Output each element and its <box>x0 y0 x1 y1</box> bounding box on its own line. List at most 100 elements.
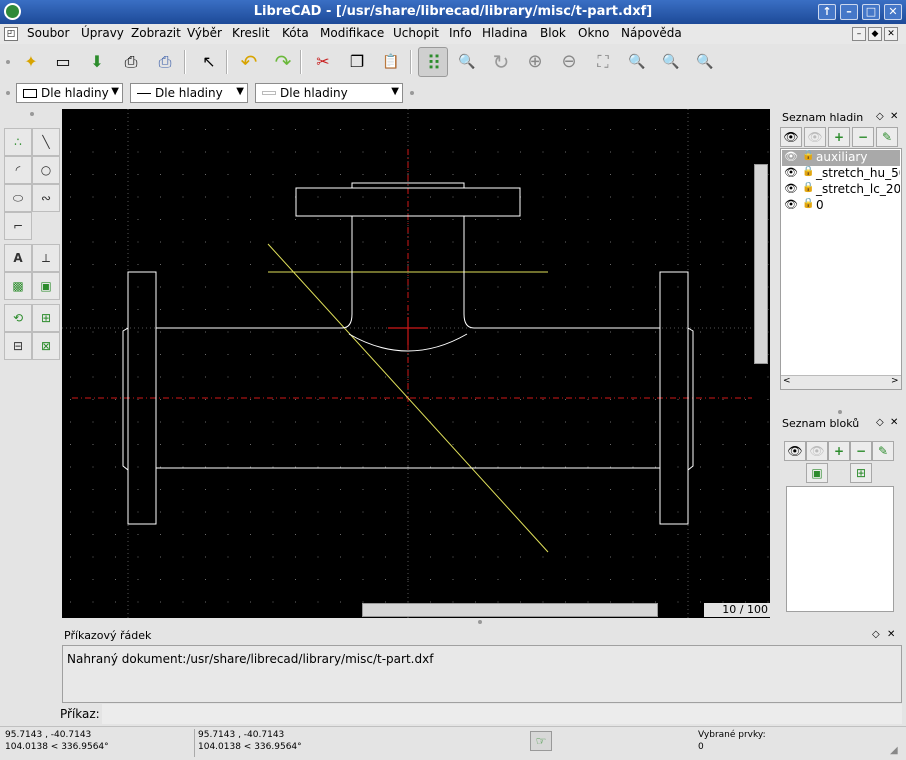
menu-upravy[interactable]: Úpravy <box>81 26 124 40</box>
close-panel-button[interactable]: ✕ <box>887 629 895 640</box>
menu-zobrazit[interactable]: Zobrazit <box>131 26 181 40</box>
dock-splitter-grip[interactable] <box>478 620 482 624</box>
lines-tool[interactable]: ╲ <box>32 128 60 156</box>
grid-toggle-button[interactable]: ⠿ <box>418 47 448 77</box>
palette-grip[interactable] <box>30 112 34 116</box>
block-list[interactable] <box>786 486 894 612</box>
modify-tool[interactable]: ⟲ <box>4 304 32 332</box>
menu-modifikace[interactable]: Modifikace <box>320 26 384 40</box>
lock-icon[interactable]: 🔒 <box>802 182 814 193</box>
points-tool[interactable]: ∴ <box>4 128 32 156</box>
menu-kreslit[interactable]: Kreslit <box>232 26 270 40</box>
open-file-button[interactable]: ▭ <box>48 47 78 77</box>
zoom-auto-button[interactable]: ⛶ <box>588 47 618 77</box>
info-tool[interactable]: ⊟ <box>4 332 32 360</box>
ellipses-tool[interactable]: ⬭ <box>4 184 32 212</box>
paste-button[interactable]: 📋 <box>376 47 406 77</box>
remove-layer-button[interactable]: − <box>852 127 874 147</box>
undo-button[interactable]: ↶ <box>234 47 264 77</box>
float-panel-button[interactable]: ◇ <box>876 111 884 122</box>
mdi-restore-button[interactable]: ◆ <box>868 27 882 41</box>
eye-icon[interactable]: 👁 <box>784 166 798 179</box>
show-all-layers-button[interactable]: 👁 <box>780 127 802 147</box>
zoom-select-button[interactable]: 🔍 <box>690 47 720 77</box>
dimension-tool[interactable]: ⟂ <box>32 244 60 272</box>
hide-all-blocks-button[interactable]: 👁 <box>806 441 828 461</box>
lock-icon[interactable]: 🔒 <box>802 150 814 161</box>
color-select[interactable]: Dle hladiny ▼ <box>16 83 123 103</box>
select-pointer-button[interactable]: ↖ <box>194 47 224 77</box>
menu-kota[interactable]: Kóta <box>282 26 309 40</box>
cut-button[interactable]: ✂ <box>308 47 338 77</box>
close-panel-button[interactable]: ✕ <box>890 417 898 428</box>
menu-okno[interactable]: Okno <box>578 26 609 40</box>
layer-row-stretch-hu-50[interactable]: 👁 🔒 _stretch_hu_50 <box>782 166 900 182</box>
layer-list[interactable]: 👁 🔒 auxiliary 👁 🔒 _stretch_hu_50 👁 🔒 _st… <box>780 148 902 390</box>
scroll-right-icon[interactable]: > <box>891 376 899 386</box>
drawing-svg[interactable] <box>62 109 770 618</box>
drawing-canvas[interactable] <box>62 109 770 618</box>
layer-row-0[interactable]: 👁 🔒 0 <box>782 198 900 214</box>
edit-block-button[interactable]: ✎ <box>872 441 894 461</box>
dock-splitter-grip[interactable] <box>838 410 842 414</box>
layer-list-hscrollbar[interactable]: < > <box>781 375 901 389</box>
remove-block-button[interactable]: − <box>850 441 872 461</box>
vertical-scrollbar[interactable] <box>754 164 768 364</box>
zoom-window-button[interactable]: 🔍 <box>452 47 482 77</box>
circles-tool[interactable]: ○ <box>32 156 60 184</box>
zoom-in-button[interactable]: ⊕ <box>520 47 550 77</box>
menu-vyber[interactable]: Výběr <box>187 26 222 40</box>
resize-grip-icon[interactable]: ◢ <box>890 745 898 756</box>
float-panel-button[interactable]: ◇ <box>876 417 884 428</box>
lock-icon[interactable]: 🔒 <box>802 166 814 177</box>
maximize-window-button[interactable]: □ <box>862 4 880 20</box>
horizontal-scrollbar[interactable] <box>362 603 658 617</box>
arcs-tool[interactable]: ◜ <box>4 156 32 184</box>
float-panel-button[interactable]: ◇ <box>872 629 880 640</box>
add-block-button[interactable]: + <box>828 441 850 461</box>
close-panel-button[interactable]: ✕ <box>890 111 898 122</box>
toolbar-grip[interactable] <box>6 91 10 95</box>
toolbar-grip[interactable] <box>410 91 414 95</box>
text-tool[interactable]: A <box>4 244 32 272</box>
copy-button[interactable]: ❐ <box>342 47 372 77</box>
splines-tool[interactable]: ∾ <box>32 184 60 212</box>
select-tool[interactable]: ⊠ <box>32 332 60 360</box>
eye-icon[interactable]: 👁 <box>784 150 798 163</box>
layer-row-stretch-lc-200[interactable]: 👁 🔒 _stretch_lc_200 <box>782 182 900 198</box>
layer-row-auxiliary[interactable]: 👁 🔒 auxiliary <box>782 150 900 166</box>
zoom-pan-button[interactable]: 🔍 <box>656 47 686 77</box>
eye-icon[interactable]: 👁 <box>784 198 798 211</box>
minimize-window-button[interactable]: – <box>840 4 858 20</box>
close-window-button[interactable]: ✕ <box>884 4 902 20</box>
menu-blok[interactable]: Blok <box>540 26 566 40</box>
redraw-button[interactable]: ↻ <box>486 47 516 77</box>
snap-tool[interactable]: ⊞ <box>32 304 60 332</box>
zoom-out-button[interactable]: ⊖ <box>554 47 584 77</box>
hatch-tool[interactable]: ▩ <box>4 272 32 300</box>
eye-icon[interactable]: 👁 <box>784 182 798 195</box>
menu-napoveda[interactable]: Nápověda <box>621 26 682 40</box>
redo-button[interactable]: ↷ <box>268 47 298 77</box>
new-file-button[interactable]: ✦ <box>16 47 46 77</box>
print-preview-button[interactable]: ⎙ <box>150 47 180 77</box>
save-file-button[interactable]: ⬇ <box>82 47 112 77</box>
mdi-close-button[interactable]: ✕ <box>884 27 898 41</box>
add-layer-button[interactable]: + <box>828 127 850 147</box>
command-input[interactable] <box>102 704 902 724</box>
zoom-previous-button[interactable]: 🔍 <box>622 47 652 77</box>
line-width-select[interactable]: Dle hladiny ▼ <box>255 83 403 103</box>
scroll-left-icon[interactable]: < <box>783 376 791 386</box>
menu-hladina[interactable]: Hladina <box>482 26 528 40</box>
print-button[interactable]: ⎙ <box>116 47 146 77</box>
menu-soubor[interactable]: Soubor <box>27 26 69 40</box>
hide-all-layers-button[interactable]: 👁 <box>804 127 826 147</box>
image-tool[interactable]: ▣ <box>32 272 60 300</box>
insert-block-button[interactable]: ▣ <box>806 463 828 483</box>
shade-window-button[interactable]: ↑ <box>818 4 836 20</box>
line-type-select[interactable]: Dle hladiny ▼ <box>130 83 248 103</box>
document-menu-icon[interactable]: ◰ <box>4 27 18 41</box>
polylines-tool[interactable]: ⌐ <box>4 212 32 240</box>
toolbar-grip[interactable] <box>6 60 10 64</box>
menu-uchopit[interactable]: Uchopit <box>393 26 439 40</box>
